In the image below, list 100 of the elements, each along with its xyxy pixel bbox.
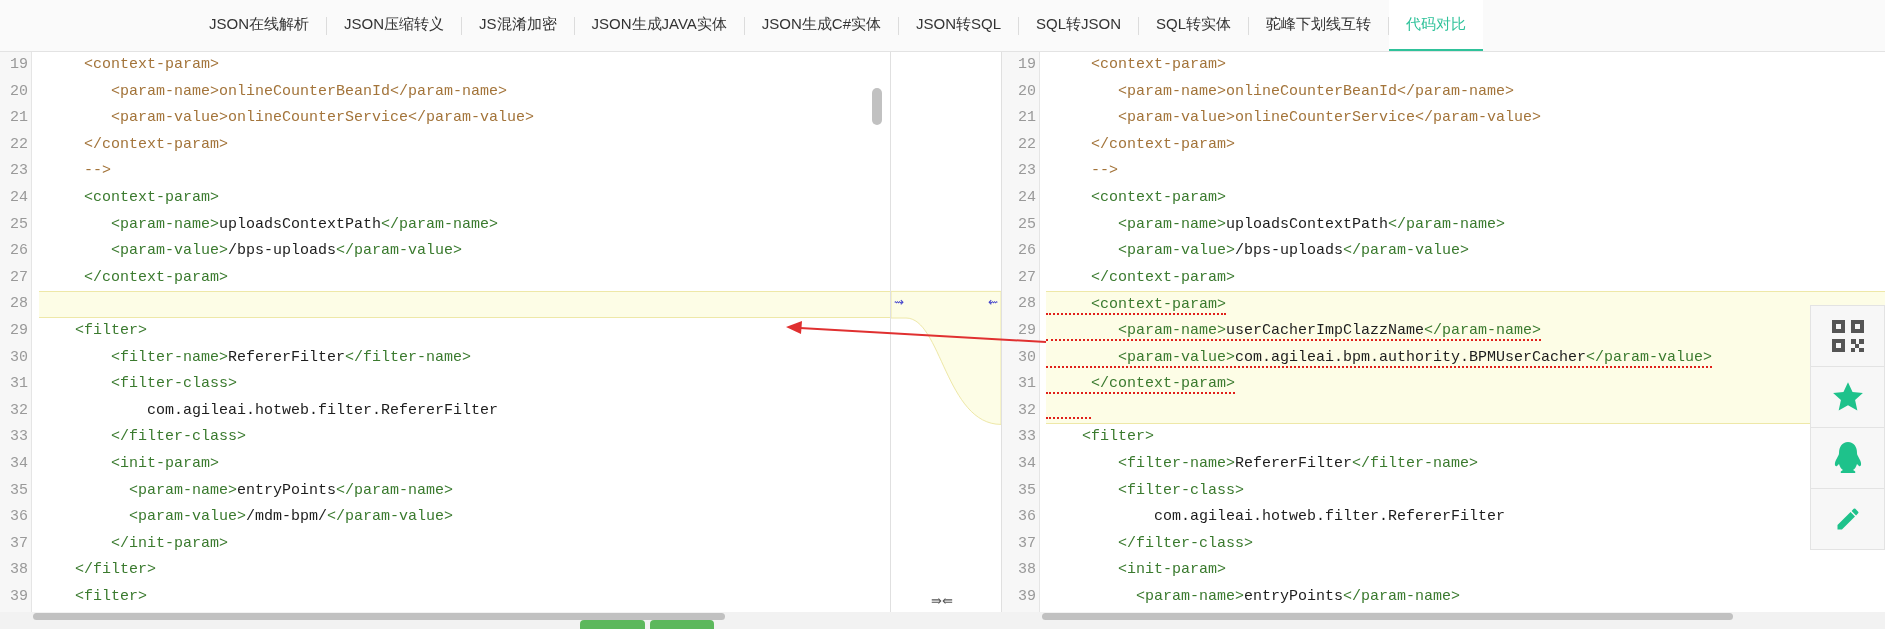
line-number: 31 bbox=[1018, 375, 1036, 393]
code-line: <filter-name>RefererFilter</filter-name> bbox=[110, 348, 472, 366]
tab[interactable]: JSON生成JAVA实体 bbox=[574, 0, 744, 51]
line-number: 39 bbox=[10, 587, 28, 605]
tab[interactable]: JSON生成C#实体 bbox=[744, 0, 899, 51]
code-line: <param-name>uploadsContextPath</param-name> bbox=[1117, 215, 1506, 233]
line-number: 21 bbox=[10, 109, 28, 127]
code-line: <param-value>/bps-uploads</param-value> bbox=[110, 242, 463, 260]
line-number: 28 bbox=[1018, 295, 1036, 313]
code-line: <param-name>entryPoints</param-name> bbox=[1135, 587, 1461, 605]
scrollbar[interactable] bbox=[1042, 613, 1733, 620]
code-line: com.agileai.hotweb.filter.RefererFilter bbox=[146, 401, 499, 419]
line-number: 32 bbox=[10, 401, 28, 419]
tab[interactable]: SQL转JSON bbox=[1019, 0, 1139, 51]
line-number: 30 bbox=[1018, 348, 1036, 366]
code-line: <filter-class> bbox=[110, 375, 238, 393]
line-number: 33 bbox=[10, 428, 28, 446]
line-number: 35 bbox=[1018, 481, 1036, 499]
code-line: <filter> bbox=[74, 587, 148, 605]
code-line: --> bbox=[1090, 162, 1118, 180]
code-line: </filter-class> bbox=[1117, 534, 1254, 552]
code-line: </init-param> bbox=[110, 534, 229, 552]
code-line: <param-name>entryPoints</param-name> bbox=[128, 481, 454, 499]
tab[interactable]: JSON压缩转义 bbox=[327, 0, 462, 51]
side-button[interactable] bbox=[1810, 305, 1885, 367]
line-number: 28 bbox=[10, 295, 28, 313]
line-number: 27 bbox=[10, 268, 28, 286]
line-number: 38 bbox=[10, 561, 28, 579]
code-line: <param-value>/mdm-bpm/</param-value> bbox=[128, 508, 454, 526]
code-line: <context-param> bbox=[83, 188, 220, 206]
toolbar-button[interactable] bbox=[580, 620, 645, 629]
scrollbar[interactable] bbox=[872, 88, 882, 125]
line-number: 34 bbox=[10, 454, 28, 472]
line-number: 22 bbox=[1018, 135, 1036, 153]
line-number: 32 bbox=[1018, 401, 1036, 419]
copy-right-button[interactable]: ⇝ bbox=[894, 295, 904, 310]
code-line: </context-param> bbox=[83, 135, 229, 153]
code-line: <context-param> bbox=[1090, 188, 1227, 206]
tab[interactable]: SQL转实体 bbox=[1139, 0, 1249, 51]
code-line: <param-value>onlineCounterService</param-value> bbox=[1117, 109, 1542, 127]
code-line: <filter> bbox=[1081, 428, 1155, 446]
code-line: --> bbox=[83, 162, 111, 180]
code-line: <param-value>onlineCounterService</param-value> bbox=[110, 109, 535, 127]
code-line: </context-param> bbox=[1090, 135, 1236, 153]
line-number: 24 bbox=[1018, 188, 1036, 206]
code-line: <init-param> bbox=[1117, 561, 1227, 579]
line-number: 36 bbox=[10, 508, 28, 526]
code-line: <context-param> bbox=[1090, 56, 1227, 73]
code-line: com.agileai.hotweb.filter.RefererFilter bbox=[1153, 508, 1506, 526]
code-line: </filter> bbox=[74, 561, 157, 579]
code-line: <context-param> bbox=[83, 56, 220, 73]
line-number: 35 bbox=[10, 481, 28, 499]
line-number: 25 bbox=[1018, 215, 1036, 233]
code-line: </context-param> bbox=[83, 268, 229, 286]
code-line: <context-param> bbox=[1046, 296, 1227, 316]
code-line: <filter-class> bbox=[1117, 481, 1245, 499]
line-number: 29 bbox=[10, 321, 28, 339]
code-line: </context-param> bbox=[1046, 375, 1236, 395]
code-line: <param-name>userCacherImpClazzName</param-name> bbox=[1046, 321, 1542, 341]
code-line: <init-param> bbox=[110, 454, 220, 472]
code-line: <param-name>onlineCounterBeanId</param-name> bbox=[1117, 82, 1515, 100]
line-number: 19 bbox=[10, 56, 28, 73]
line-number: 34 bbox=[1018, 454, 1036, 472]
tab[interactable]: JSON在线解析 bbox=[192, 0, 326, 51]
scroll-lock-button[interactable]: ⇛⇚ bbox=[931, 593, 953, 609]
code-line: <filter-name>RefererFilter</filter-name> bbox=[1117, 454, 1479, 472]
line-number: 20 bbox=[10, 82, 28, 100]
code-line: <param-value>/bps-uploads</param-value> bbox=[1117, 242, 1470, 260]
line-number: 19 bbox=[1018, 56, 1036, 73]
line-number: 39 bbox=[1018, 587, 1036, 605]
line-number: 36 bbox=[1018, 508, 1036, 526]
code-line: <param-name>onlineCounterBeanId</param-name> bbox=[110, 82, 508, 100]
line-number: 23 bbox=[1018, 162, 1036, 180]
tab[interactable]: JSON转SQL bbox=[899, 0, 1019, 51]
line-number: 26 bbox=[10, 242, 28, 260]
scrollbar[interactable] bbox=[33, 613, 725, 620]
code-line: <filter> bbox=[74, 321, 148, 339]
line-number: 21 bbox=[1018, 109, 1036, 127]
line-number: 25 bbox=[10, 215, 28, 233]
code-line: <param-value>com.agileai.bpm.authority.BPMUserCacher</param-value> bbox=[1046, 348, 1713, 368]
code-line: <param-name>uploadsContextPath</param-name> bbox=[110, 215, 499, 233]
line-number: 38 bbox=[1018, 561, 1036, 579]
copy-left-button[interactable]: ⇜ bbox=[988, 295, 998, 310]
line-number: 20 bbox=[1018, 82, 1036, 100]
line-number: 23 bbox=[10, 162, 28, 180]
code-line: </context-param> bbox=[1090, 268, 1236, 286]
toolbar-button[interactable] bbox=[650, 620, 714, 629]
line-number: 24 bbox=[10, 188, 28, 206]
line-number: 29 bbox=[1018, 321, 1036, 339]
line-number: 31 bbox=[10, 375, 28, 393]
qr-code-icon bbox=[1829, 318, 1866, 354]
line-number: 33 bbox=[1018, 428, 1036, 446]
tab[interactable]: 驼峰下划线互转 bbox=[1249, 0, 1389, 51]
line-number: 27 bbox=[1018, 268, 1036, 286]
tab[interactable]: JS混淆加密 bbox=[462, 0, 574, 51]
code-line: </filter-class> bbox=[110, 428, 247, 446]
line-number: 30 bbox=[10, 348, 28, 366]
line-number: 37 bbox=[1018, 534, 1036, 552]
line-number: 26 bbox=[1018, 242, 1036, 260]
line-number: 22 bbox=[10, 135, 28, 153]
